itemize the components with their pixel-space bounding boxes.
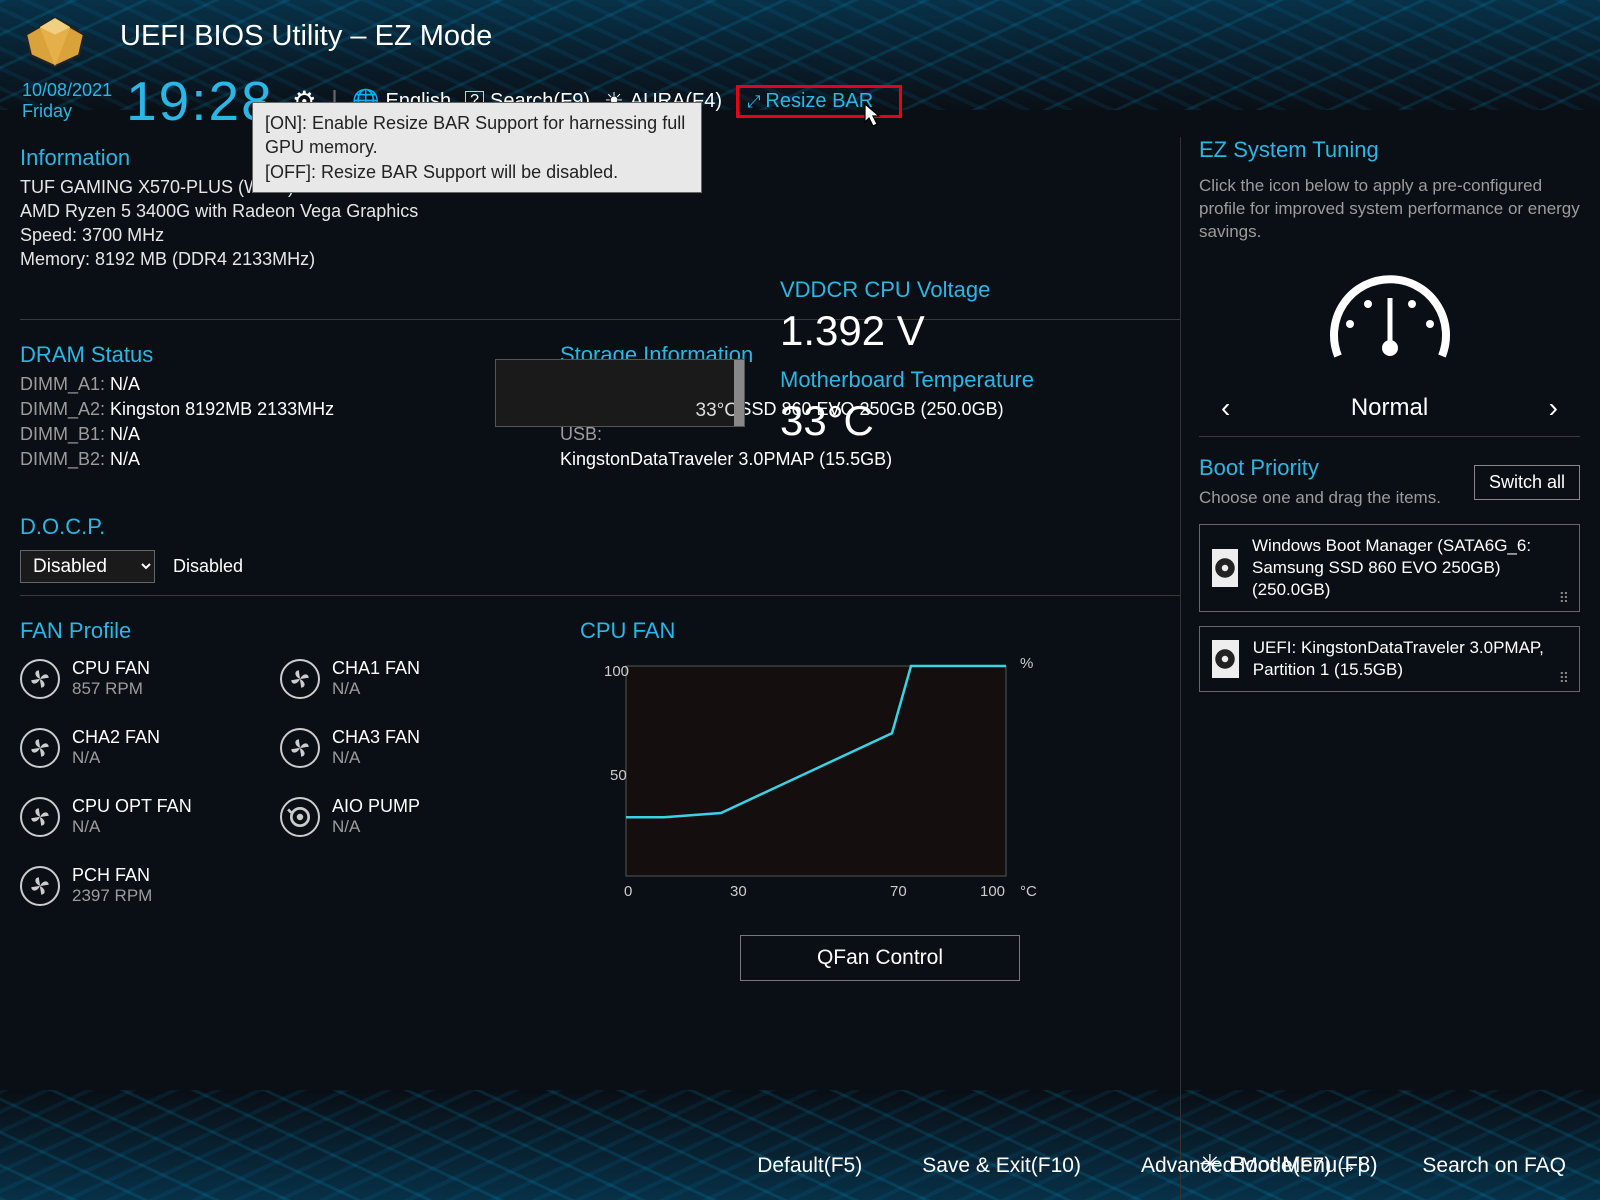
dram-heading: DRAM Status xyxy=(20,342,560,368)
boot-priority-desc: Choose one and drag the items. xyxy=(1199,487,1441,510)
cpu-voltage-label: VDDCR CPU Voltage xyxy=(780,277,1034,303)
page-title: UEFI BIOS Utility – EZ Mode xyxy=(120,20,492,53)
temp-mini-chart: 33°C xyxy=(495,359,745,427)
mode-next-button[interactable]: › xyxy=(1549,392,1558,424)
fan-item[interactable]: CPU OPT FANN/A xyxy=(20,796,280,837)
fan-item[interactable]: PCH FAN2397 RPM xyxy=(20,865,280,906)
svg-text:50: 50 xyxy=(610,767,627,784)
advanced-mode-button[interactable]: Advanced Mode(F7)→| xyxy=(1141,1154,1362,1178)
cpu-fan-heading: CPU FAN xyxy=(580,618,1180,644)
resize-bar-icon: ⤢ xyxy=(747,92,761,111)
fan-item[interactable]: CHA3 FANN/A xyxy=(280,727,540,768)
cursor-icon xyxy=(857,102,887,139)
boot-item[interactable]: Windows Boot Manager (SATA6G_6: Samsung … xyxy=(1199,524,1580,612)
disk-icon xyxy=(1212,640,1239,678)
mb-temp-label: Motherboard Temperature xyxy=(780,367,1034,393)
cpu-voltage-value: 1.392 V xyxy=(780,307,1034,355)
boot-priority-heading: Boot Priority xyxy=(1199,455,1441,481)
memory-info: Memory: 8192 MB (DDR4 2133MHz) xyxy=(20,249,1180,270)
mode-label: Normal xyxy=(1351,394,1428,422)
fan-icon xyxy=(20,659,60,699)
fan-icon xyxy=(280,659,320,699)
tuf-logo xyxy=(20,14,90,69)
switch-all-button[interactable]: Switch all xyxy=(1474,465,1580,500)
mode-prev-button[interactable]: ‹ xyxy=(1221,392,1230,424)
resize-bar-tooltip: [ON]: Enable Resize BAR Support for harn… xyxy=(252,102,702,193)
disk-icon xyxy=(1212,549,1238,587)
fan-icon xyxy=(20,866,60,906)
default-button[interactable]: Default(F5) xyxy=(757,1154,862,1178)
svg-text:0: 0 xyxy=(624,883,632,900)
svg-text:100: 100 xyxy=(980,883,1005,900)
ez-tuning-desc: Click the icon below to apply a pre-conf… xyxy=(1199,175,1580,244)
fan-item[interactable]: AIO PUMPN/A xyxy=(280,796,540,837)
resize-bar-button[interactable]: ⤢ Resize BAR xyxy=(736,85,902,118)
fan-icon xyxy=(20,728,60,768)
save-exit-button[interactable]: Save & Exit(F10) xyxy=(922,1154,1081,1178)
fan-icon xyxy=(20,797,60,837)
drag-grip-icon: ⠿ xyxy=(1559,670,1571,687)
dram-slot: DIMM_A2: Kingston 8192MB 2133MHz xyxy=(20,399,560,420)
date-display: 10/08/2021 Friday xyxy=(22,80,112,121)
fan-profile-heading: FAN Profile xyxy=(20,618,580,644)
svg-text:70: 70 xyxy=(890,883,907,900)
fan-item[interactable]: CHA2 FANN/A xyxy=(20,727,280,768)
search-faq-button[interactable]: Search on FAQ xyxy=(1422,1154,1566,1178)
dram-slot: DIMM_B2: N/A xyxy=(20,449,560,470)
docp-heading: D.O.C.P. xyxy=(20,514,1180,540)
arrow-right-icon: →| xyxy=(1337,1155,1362,1178)
dram-slot: DIMM_B1: N/A xyxy=(20,424,560,445)
gauge-icon[interactable] xyxy=(1199,264,1580,374)
qfan-control-button[interactable]: QFan Control xyxy=(740,935,1020,981)
mb-temp-value: 33°C xyxy=(780,397,1034,445)
ez-tuning-heading: EZ System Tuning xyxy=(1199,137,1580,163)
boot-item[interactable]: UEFI: KingstonDataTraveler 3.0PMAP, Part… xyxy=(1199,626,1580,692)
svg-text:30: 30 xyxy=(730,883,747,900)
svg-text:°C: °C xyxy=(1020,883,1037,900)
docp-select[interactable]: Disabled xyxy=(20,550,155,583)
docp-status: Disabled xyxy=(173,556,243,577)
dram-slot: DIMM_A1: N/A xyxy=(20,374,560,395)
svg-text:100: 100 xyxy=(604,663,629,680)
pump-icon xyxy=(280,797,320,837)
fan-item[interactable]: CHA1 FANN/A xyxy=(280,658,540,699)
svg-text:%: % xyxy=(1020,656,1033,672)
fan-item[interactable]: CPU FAN857 RPM xyxy=(20,658,280,699)
fan-icon xyxy=(280,728,320,768)
cpu-name: AMD Ryzen 5 3400G with Radeon Vega Graph… xyxy=(20,201,1180,222)
drag-grip-icon: ⠿ xyxy=(1559,590,1571,607)
cpu-speed: Speed: 3700 MHz xyxy=(20,225,1180,246)
cpu-fan-chart: 100 50 % 0 30 70 100 °C xyxy=(580,656,1040,916)
